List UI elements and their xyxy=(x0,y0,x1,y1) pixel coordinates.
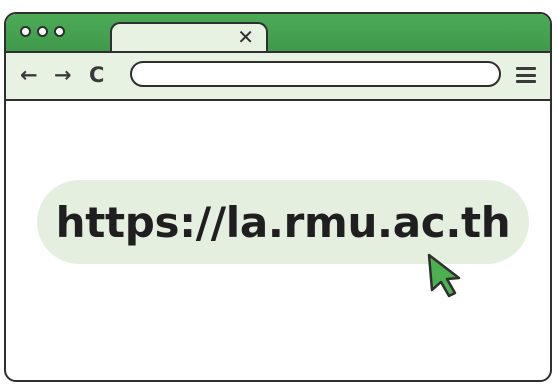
toolbar: ← → C xyxy=(6,51,550,101)
hamburger-menu-icon[interactable] xyxy=(516,67,536,83)
reload-icon[interactable]: C xyxy=(89,63,104,87)
close-icon[interactable]: ✕ xyxy=(237,25,254,49)
url-text: https://la.rmu.ac.th xyxy=(55,197,511,247)
window-dot-icon[interactable] xyxy=(37,26,48,37)
window-dot-icon[interactable] xyxy=(54,26,65,37)
browser-tab[interactable]: ✕ xyxy=(110,22,268,53)
forward-arrow-icon[interactable]: → xyxy=(54,63,72,87)
window-dot-icon[interactable] xyxy=(20,26,31,37)
address-bar[interactable] xyxy=(130,61,501,87)
window-controls xyxy=(20,26,65,37)
back-arrow-icon[interactable]: ← xyxy=(20,63,38,87)
title-bar: ✕ xyxy=(6,14,550,53)
browser-window: ✕ ← → C https://la.rmu.ac.th xyxy=(4,12,552,382)
mouse-cursor-icon xyxy=(427,253,461,298)
